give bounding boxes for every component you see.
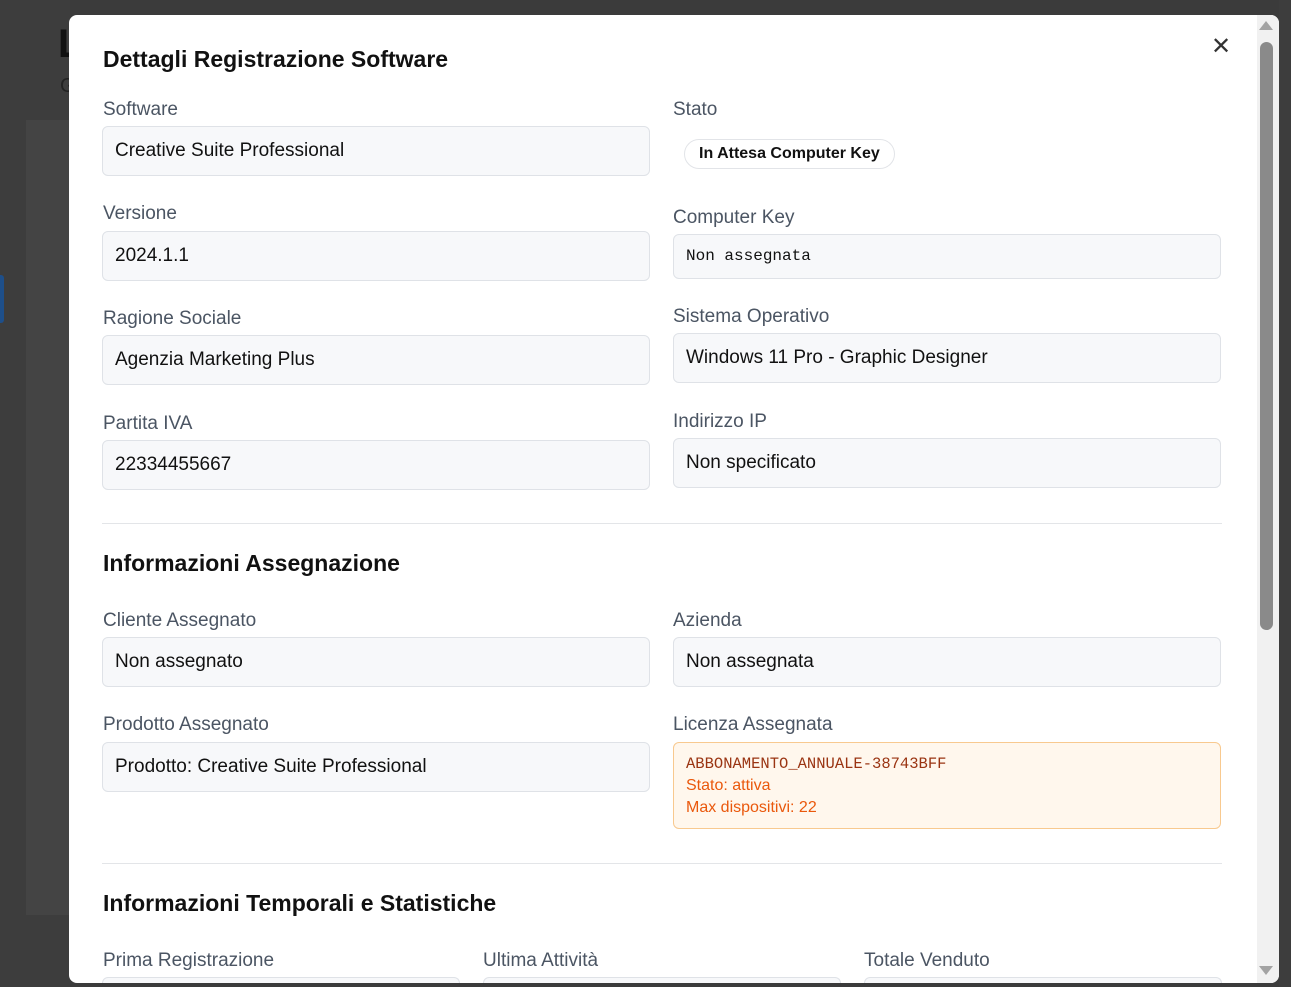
azienda-label: Azienda	[673, 610, 742, 631]
sistema-operativo-label: Sistema Operativo	[673, 306, 830, 327]
cliente-label: Cliente Assegnato	[103, 610, 257, 631]
temporali-section-title: Informazioni Temporali e Statistiche	[103, 890, 497, 916]
status-badge: In Attesa Computer Key	[684, 139, 895, 169]
scroll-down-icon[interactable]	[1259, 966, 1273, 975]
totale-venduto-label: Totale Venduto	[864, 950, 990, 971]
indirizzo-ip-label: Indirizzo IP	[673, 411, 767, 432]
partita-iva-field: 22334455667	[102, 440, 650, 490]
versione-field: 2024.1.1	[102, 231, 650, 281]
registration-details-modal: Dettagli Registrazione Software ✕ Softwa…	[69, 15, 1279, 983]
versione-label: Versione	[103, 203, 177, 224]
stato-label: Stato	[673, 99, 718, 120]
licenza-label: Licenza Assegnata	[673, 714, 833, 735]
license-box: ABBONAMENTO_ANNUALE-38743BFF Stato: atti…	[673, 742, 1221, 829]
background-active-indicator	[0, 275, 4, 323]
prima-registrazione-label: Prima Registrazione	[103, 950, 275, 971]
software-label: Software	[103, 99, 178, 120]
computer-key-label: Computer Key	[673, 207, 795, 228]
prima-registrazione-field	[102, 977, 460, 983]
prodotto-label: Prodotto Assegnato	[103, 714, 269, 735]
license-code: ABBONAMENTO_ANNUALE-38743BFF	[686, 755, 947, 773]
ultima-attivita-field	[483, 977, 841, 983]
sistema-operativo-field: Windows 11 Pro - Graphic Designer	[673, 333, 1221, 383]
modal-title: Dettagli Registrazione Software	[103, 46, 449, 72]
section-divider	[102, 863, 1222, 864]
cliente-field: Non assegnato	[102, 637, 650, 687]
prodotto-field: Prodotto: Creative Suite Professional	[102, 742, 650, 792]
software-field: Creative Suite Professional	[102, 126, 650, 176]
scrollbar-thumb[interactable]	[1260, 42, 1273, 630]
section-divider	[102, 523, 1222, 524]
modal-content: Dettagli Registrazione Software ✕ Softwa…	[69, 15, 1257, 983]
license-status: Stato: attiva	[686, 777, 771, 794]
partita-iva-label: Partita IVA	[103, 413, 193, 434]
scroll-up-icon[interactable]	[1259, 21, 1273, 30]
background-right-panel	[1279, 0, 1291, 987]
azienda-field: Non assegnata	[673, 637, 1221, 687]
totale-venduto-field	[864, 977, 1222, 983]
assegnazione-section-title: Informazioni Assegnazione	[103, 550, 400, 576]
indirizzo-ip-field: Non specificato	[673, 438, 1221, 488]
license-max-devices: Max dispositivi: 22	[686, 799, 817, 816]
ragione-sociale-label: Ragione Sociale	[103, 308, 242, 329]
close-icon[interactable]: ✕	[1209, 35, 1233, 59]
ragione-sociale-field: Agenzia Marketing Plus	[102, 335, 650, 385]
background-sidebar	[26, 120, 70, 915]
ultima-attivita-label: Ultima Attività	[483, 950, 599, 971]
computer-key-field: Non assegnata	[673, 234, 1221, 279]
